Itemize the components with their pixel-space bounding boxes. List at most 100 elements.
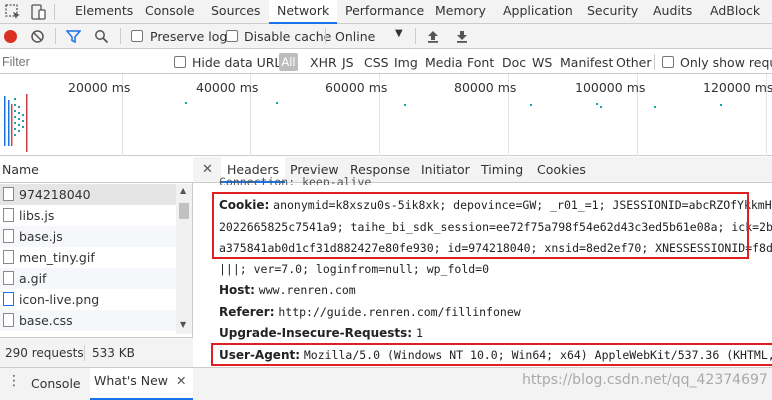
header-row-host: Host: www.renren.com	[219, 283, 356, 297]
divider	[415, 28, 416, 44]
scroll-down-icon[interactable]: ▼	[180, 320, 186, 329]
request-name: 974218040	[19, 187, 91, 202]
filter-input[interactable]	[0, 52, 158, 71]
import-har-icon[interactable]	[426, 29, 440, 44]
tab-initiator[interactable]: Initiator	[421, 157, 470, 183]
filter-css[interactable]: CSS	[364, 55, 389, 70]
drawer-tab-whats-new[interactable]: What's New ✕	[90, 368, 193, 400]
header-row-referer: Referer: http://guide.renren.com/fillinf…	[219, 305, 521, 319]
request-name: base.css	[19, 313, 73, 328]
script-file-icon	[3, 208, 14, 222]
request-row[interactable]: base.js	[0, 226, 176, 247]
filter-all-button[interactable]: All	[279, 53, 298, 71]
header-row-upgrade: Upgrade-Insecure-Requests: 1	[219, 326, 423, 340]
divider	[84, 345, 85, 361]
network-toolbar: Preserve log Disable cache Online ▼	[0, 24, 772, 49]
tab-network[interactable]: Network	[269, 0, 338, 24]
drawer-tab-console[interactable]: Console	[31, 376, 81, 391]
scroll-up-icon[interactable]: ▲	[180, 186, 186, 195]
preserve-log-checkbox[interactable]	[131, 30, 143, 42]
export-har-icon[interactable]	[455, 29, 469, 44]
filter-doc[interactable]: Doc	[502, 55, 526, 70]
disable-cache-checkbox[interactable]	[226, 30, 238, 42]
devtools-tab-bar: Elements Console Sources Network Perform…	[0, 0, 772, 24]
chevron-down-icon: ▼	[395, 28, 403, 39]
request-row[interactable]: men_tiny.gif	[0, 247, 176, 268]
tab-memory[interactable]: Memory	[435, 0, 486, 24]
tab-application[interactable]: Application	[503, 0, 573, 24]
filter-ws[interactable]: WS	[532, 55, 552, 70]
header-key: Host:	[219, 283, 255, 297]
divider	[325, 28, 326, 44]
tab-audits[interactable]: Audits	[653, 0, 692, 24]
header-value: www.renren.com	[258, 283, 356, 297]
request-name: icon-live.png	[19, 292, 100, 307]
request-row[interactable]: base.css	[0, 310, 176, 331]
inspect-element-icon[interactable]	[4, 3, 22, 21]
user-agent-highlight-box	[211, 343, 772, 366]
record-icon[interactable]	[4, 30, 17, 43]
request-row[interactable]: libs.js	[0, 205, 176, 226]
request-name: a.gif	[19, 271, 47, 286]
filter-media[interactable]: Media	[425, 55, 463, 70]
tab-sources[interactable]: Sources	[211, 0, 260, 24]
tab-console[interactable]: Console	[145, 0, 195, 24]
filter-xhr[interactable]: XHR	[310, 55, 337, 70]
request-name: libs.js	[19, 208, 55, 223]
close-icon[interactable]: ✕	[176, 373, 186, 388]
clear-icon[interactable]	[30, 29, 45, 44]
divider	[54, 4, 55, 20]
search-icon[interactable]	[94, 29, 109, 44]
divider	[654, 54, 655, 70]
filter-bar: Hide data URLs XHR JS CSS Img Media Font…	[0, 50, 772, 74]
tab-cookies[interactable]: Cookies	[537, 157, 586, 183]
image-file-icon	[3, 271, 14, 285]
header-row-partial: Connection: keep-alive	[219, 176, 371, 185]
request-count: 290 requests	[5, 346, 84, 360]
image-file-icon	[3, 250, 14, 264]
hide-data-urls-label: Hide data URLs	[192, 55, 288, 70]
header-value: |||; ver=7.0; loginfrom=null; wp_fold=0	[219, 262, 490, 276]
preserve-log-label: Preserve log	[150, 29, 228, 44]
close-icon[interactable]: ✕	[202, 162, 213, 177]
tab-performance[interactable]: Performance	[345, 0, 424, 24]
throttling-select[interactable]: Online	[335, 29, 375, 44]
only-show-checkbox[interactable]	[662, 56, 674, 68]
cookie-highlight-box	[212, 192, 749, 259]
image-file-icon	[3, 292, 14, 306]
tab-timing[interactable]: Timing	[481, 157, 523, 183]
divider	[120, 28, 121, 44]
more-tools-icon[interactable]: ⋮	[7, 374, 21, 388]
document-icon	[3, 187, 14, 201]
header-key: Referer:	[219, 305, 275, 319]
header-value: http://guide.renren.com/fillinfonew	[278, 305, 521, 319]
filter-icon[interactable]	[66, 29, 81, 44]
tab-elements[interactable]: Elements	[75, 0, 133, 24]
filter-img[interactable]: Img	[394, 55, 418, 70]
tab-adblock[interactable]: AdBlock	[710, 0, 760, 24]
request-name: men_tiny.gif	[19, 250, 95, 265]
filter-js[interactable]: JS	[342, 55, 354, 70]
tab-security[interactable]: Security	[587, 0, 638, 24]
filter-other[interactable]: Other	[616, 55, 652, 70]
request-name: base.js	[19, 229, 63, 244]
only-show-label: Only show reques	[680, 55, 772, 70]
waterfall-overview-graph	[4, 94, 722, 152]
divider	[55, 28, 56, 44]
filter-manifest[interactable]: Manifest	[560, 55, 613, 70]
disable-cache-label: Disable cache	[244, 29, 332, 44]
header-row-cookie-cont: |||; ver=7.0; loginfrom=null; wp_fold=0	[219, 262, 489, 276]
hide-data-urls-checkbox[interactable]	[174, 56, 186, 68]
filter-font[interactable]: Font	[467, 55, 494, 70]
request-row[interactable]: a.gif	[0, 268, 176, 289]
header-value: 1	[415, 326, 423, 340]
request-row[interactable]: icon-live.png	[0, 289, 176, 310]
name-column-header[interactable]: Name	[0, 157, 193, 183]
device-toolbar-icon[interactable]	[29, 3, 47, 21]
watermark: https://blog.csdn.net/qq_42374697	[522, 372, 768, 388]
drawer-tab-label: What's New	[94, 373, 169, 388]
timeline-overview[interactable]: 20000 ms 40000 ms 60000 ms 80000 ms 1000…	[0, 74, 772, 156]
request-row[interactable]: 974218040	[0, 184, 176, 205]
scrollbar-thumb[interactable]	[179, 203, 189, 219]
stylesheet-file-icon	[3, 313, 14, 327]
